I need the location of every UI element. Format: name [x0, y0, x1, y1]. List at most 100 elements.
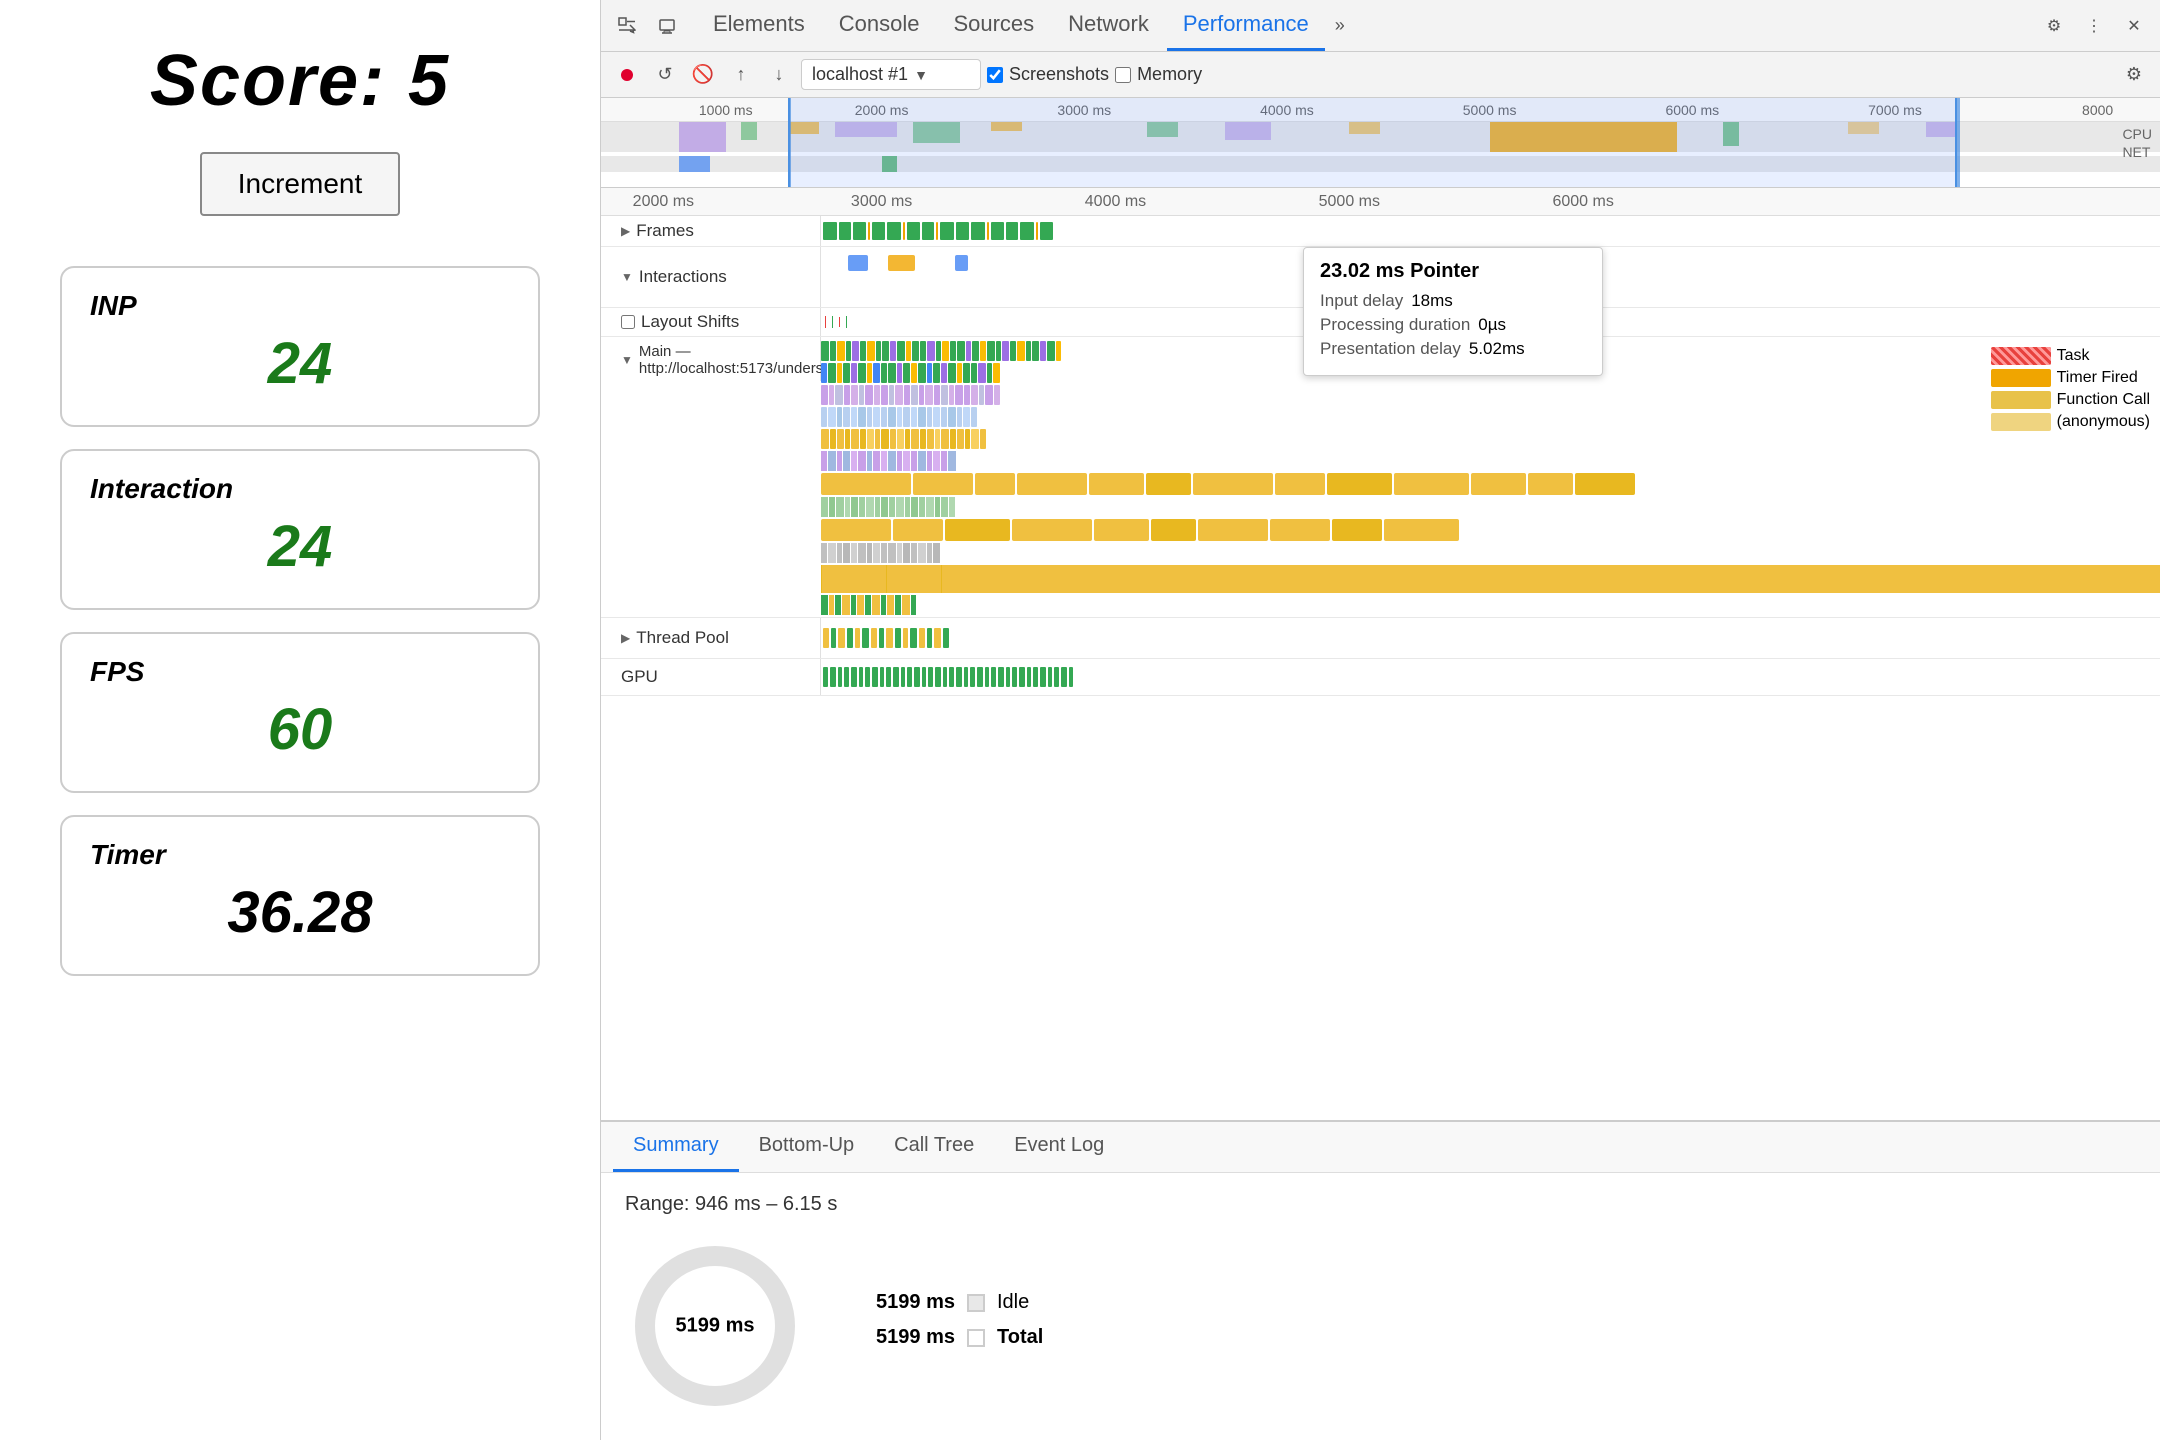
summary-content: 5199 ms 5199 ms Idle 5199 ms — [625, 1236, 2136, 1416]
donut-chart: 5199 ms — [625, 1236, 805, 1416]
fps-value: 60 — [90, 696, 510, 763]
bottom-content: Range: 946 ms – 6.15 s 5199 ms — [601, 1173, 2160, 1440]
timeline-overview-labels: CPU NET — [2122, 126, 2152, 160]
main-ruler: 2000 ms 3000 ms 4000 ms 5000 ms 6000 ms — [601, 188, 2160, 216]
memory-checkbox-group: Memory — [1115, 64, 1202, 85]
bottom-panel: Summary Bottom-Up Call Tree Event Log Ra… — [601, 1120, 2160, 1440]
download-btn[interactable]: ↓ — [763, 59, 795, 91]
inspect-icon — [618, 17, 636, 35]
gpu-label-text: GPU — [621, 667, 658, 687]
legend-idle-ms: 5199 ms — [865, 1291, 955, 1314]
tab-summary[interactable]: Summary — [613, 1122, 739, 1172]
tooltip-input-delay: Input delay 18ms — [1320, 291, 1586, 311]
inp-value: 24 — [90, 330, 510, 397]
devtools-tabs: Elements Console Sources Network Perform… — [697, 0, 2032, 51]
legend-function-call: Function Call — [1991, 391, 2150, 409]
legend-timer-color — [1991, 369, 2051, 387]
frames-label-text: Frames — [636, 221, 694, 241]
reload-record-btn[interactable]: ↺ — [649, 59, 681, 91]
url-dropdown-arrow[interactable]: ▼ — [914, 67, 928, 83]
tab-call-tree[interactable]: Call Tree — [874, 1122, 994, 1172]
legend-task-color — [1991, 347, 2051, 365]
timer-card: Timer 36.28 — [60, 815, 540, 976]
ruler-tick-1000: 1000 ms — [699, 102, 753, 118]
device-icon — [658, 17, 676, 35]
tab-bottom-up[interactable]: Bottom-Up — [739, 1122, 875, 1172]
fps-label: FPS — [90, 656, 510, 688]
interaction-tooltip: 23.02 ms Pointer Input delay 18ms Proces… — [1303, 247, 1603, 376]
url-bar: localhost #1 ▼ — [801, 59, 981, 90]
thread-pool-label-text: Thread Pool — [636, 628, 729, 648]
gpu-label: GPU — [601, 659, 821, 695]
main-expand-arrow[interactable]: ▼ — [621, 353, 633, 367]
perf-settings-btn[interactable]: ⚙ — [2118, 59, 2150, 91]
interactions-label: ▼ Interactions — [601, 247, 821, 307]
perf-toolbar: ↺ 🚫 ↑ ↓ localhost #1 ▼ Screenshots Memor… — [601, 52, 2160, 98]
interaction-bar-3 — [955, 255, 968, 271]
tab-network[interactable]: Network — [1052, 0, 1165, 51]
legend-total-ms: 5199 ms — [865, 1326, 955, 1349]
layout-shifts-label-text: Layout Shifts — [641, 312, 739, 332]
close-devtools-btn[interactable]: ✕ — [2116, 8, 2152, 44]
legend-row-idle: 5199 ms Idle — [865, 1291, 1043, 1314]
cpu-label: CPU — [2122, 126, 2152, 142]
tab-console[interactable]: Console — [823, 0, 936, 51]
legend-timer-fired: Timer Fired — [1991, 369, 2150, 387]
legend-idle-box — [967, 1294, 985, 1312]
tooltip-title: 23.02 ms Pointer — [1320, 260, 1586, 283]
selection-end-marker — [1957, 98, 1960, 187]
devtools-right-icons: ⚙ ⋮ ✕ — [2036, 8, 2152, 44]
thread-expand-arrow[interactable]: ▶ — [621, 631, 630, 645]
frames-expand-arrow[interactable]: ▶ — [621, 224, 630, 238]
main-tick-6000: 6000 ms — [1552, 193, 1613, 211]
timer-value: 36.28 — [90, 879, 510, 946]
screenshots-checkbox[interactable] — [987, 67, 1003, 83]
tab-elements[interactable]: Elements — [697, 0, 821, 51]
upload-btn[interactable]: ↑ — [725, 59, 757, 91]
donut-center-text: 5199 ms — [676, 1315, 755, 1338]
record-btn[interactable] — [611, 59, 643, 91]
interaction-bar-2 — [888, 255, 915, 271]
interaction-bar-1 — [848, 255, 868, 271]
main-thread-row: ▼ Main — http://localhost:5173/understan… — [601, 337, 2160, 618]
gpu-row: GPU — [601, 659, 2160, 696]
inp-card: INP 24 — [60, 266, 540, 427]
legend-anonymous: (anonymous) — [1991, 413, 2150, 431]
main-thread-content: Task Timer Fired Function Call — [821, 337, 2160, 617]
devtools-header: Elements Console Sources Network Perform… — [601, 0, 2160, 52]
interaction-label: Interaction — [90, 473, 510, 505]
timeline-main: 2000 ms 3000 ms 4000 ms 5000 ms 6000 ms … — [601, 188, 2160, 1120]
memory-checkbox[interactable] — [1115, 67, 1131, 83]
interactions-expand-arrow[interactable]: ▼ — [621, 270, 633, 284]
fps-card: FPS 60 — [60, 632, 540, 793]
timeline-scroll[interactable]: 2000 ms 3000 ms 4000 ms 5000 ms 6000 ms … — [601, 188, 2160, 1120]
tooltip-processing: Processing duration 0µs — [1320, 315, 1586, 335]
legend-total-label: Total — [997, 1326, 1043, 1349]
device-icon-btn[interactable] — [649, 8, 685, 44]
devtools-panel: Elements Console Sources Network Perform… — [600, 0, 2160, 1440]
gpu-content — [821, 659, 2160, 695]
main-tick-2000: 2000 ms — [633, 193, 694, 211]
score-display: Score: 5 — [150, 40, 450, 122]
main-tick-3000: 3000 ms — [851, 193, 912, 211]
tab-sources[interactable]: Sources — [937, 0, 1050, 51]
legend-anonymous-label: (anonymous) — [2057, 413, 2150, 431]
tab-performance[interactable]: Performance — [1167, 0, 1325, 51]
layout-shifts-label: Layout Shifts — [601, 308, 821, 336]
legend-idle-label: Idle — [997, 1291, 1029, 1314]
layout-shifts-checkbox[interactable] — [621, 315, 635, 329]
more-tabs-btn[interactable]: » — [1327, 15, 1353, 36]
increment-button[interactable]: Increment — [200, 152, 401, 216]
interaction-value: 24 — [90, 513, 510, 580]
settings-icon-btn[interactable]: ⚙ — [2036, 8, 2072, 44]
timeline-selection[interactable] — [788, 98, 1957, 187]
tab-event-log[interactable]: Event Log — [994, 1122, 1124, 1172]
memory-label: Memory — [1137, 64, 1202, 85]
clear-btn[interactable]: 🚫 — [687, 59, 719, 91]
summary-legend: 5199 ms Idle 5199 ms Total — [865, 1291, 1043, 1361]
frames-content — [821, 216, 2160, 246]
timeline-overview[interactable]: 1000 ms 2000 ms 3000 ms 4000 ms 5000 ms … — [601, 98, 2160, 188]
screenshots-checkbox-group: Screenshots — [987, 64, 1109, 85]
more-options-btn[interactable]: ⋮ — [2076, 8, 2112, 44]
inspect-icon-btn[interactable] — [609, 8, 645, 44]
